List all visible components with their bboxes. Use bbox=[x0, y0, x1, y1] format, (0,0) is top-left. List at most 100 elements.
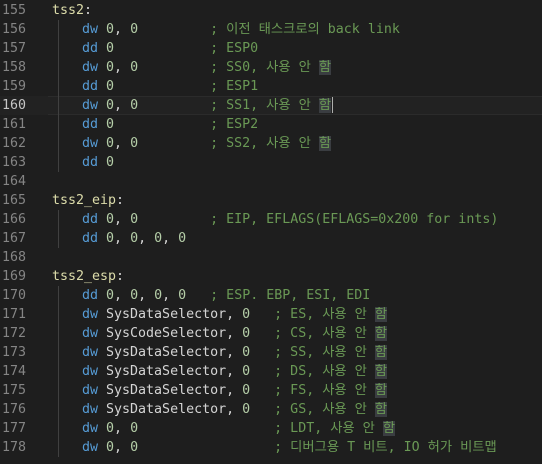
code-token: tss2 bbox=[52, 2, 85, 18]
code-token: ; DS, 사용 안 bbox=[274, 363, 375, 379]
code-line[interactable]: 162 dw 0, 0 ; SS2, 사용 안 함 bbox=[0, 134, 542, 153]
text-cursor bbox=[332, 96, 334, 113]
code-line[interactable]: 159 dd 0 ; ESP1 bbox=[0, 77, 542, 96]
code-line[interactable]: 160 dw 0, 0 ; SS1, 사용 안 함 bbox=[0, 95, 542, 115]
code-line[interactable]: 170 dd 0, 0, 0, 0 ; ESP. EBP, ESI, EDI bbox=[0, 286, 542, 305]
code-token: ; EIP, EFLAGS(EFLAGS=0x200 for ints) bbox=[210, 211, 499, 227]
code-text: dw SysDataSelector, 0 ; FS, 사용 안 함 bbox=[82, 381, 388, 400]
code-token: , bbox=[114, 21, 131, 37]
code-line[interactable]: 158 dw 0, 0 ; SS0, 사용 안 함 bbox=[0, 58, 542, 77]
code-line[interactable]: 174 dw SysDataSelector, 0 ; DS, 사용 안 함 bbox=[0, 362, 542, 381]
code-token: 0 bbox=[242, 382, 251, 398]
code-token: 0 bbox=[106, 135, 115, 151]
line-number: 167 bbox=[1, 230, 26, 246]
line-number: 157 bbox=[1, 40, 26, 56]
code-text: dd 0 bbox=[82, 153, 114, 172]
indent-guide bbox=[58, 285, 59, 457]
code-token: 함 bbox=[374, 363, 388, 379]
code-token: 0 bbox=[106, 40, 115, 56]
code-text: dw SysCodeSelector, 0 ; CS, 사용 안 함 bbox=[82, 324, 388, 343]
code-token: dw bbox=[82, 344, 99, 360]
code-text: dw 0, 0 ; SS0, 사용 안 함 bbox=[82, 58, 332, 77]
code-text: dw SysDataSelector, 0 ; GS, 사용 안 함 bbox=[82, 400, 388, 419]
code-token: 0 bbox=[242, 325, 251, 341]
code-line[interactable]: 157 dd 0 ; ESP0 bbox=[0, 39, 542, 58]
code-line[interactable]: 172 dw SysCodeSelector, 0 ; CS, 사용 안 함 bbox=[0, 324, 542, 343]
code-token: , bbox=[114, 287, 131, 303]
line-number: 159 bbox=[1, 78, 26, 94]
code-token: 0 bbox=[242, 344, 251, 360]
code-line[interactable]: 169 tss2_esp: bbox=[0, 267, 542, 286]
line-number: 173 bbox=[1, 344, 26, 360]
code-token: 0 bbox=[242, 363, 251, 379]
code-line[interactable]: 177 dw 0, 0 ; LDT, 사용 안 함 bbox=[0, 419, 542, 438]
code-token: SysDataSelector, bbox=[98, 401, 243, 417]
code-line[interactable]: 156 dw 0, 0 ; 이전 태스크로의 back link bbox=[0, 20, 542, 39]
code-token: dd bbox=[82, 211, 99, 227]
code-token: 0 bbox=[130, 97, 139, 113]
code-text: dd 0, 0, 0, 0 ; ESP. EBP, ESI, EDI bbox=[82, 286, 370, 305]
code-text: dw 0, 0 ; LDT, 사용 안 함 bbox=[82, 419, 396, 438]
code-token: , bbox=[114, 97, 131, 113]
code-line[interactable]: 173 dw SysDataSelector, 0 ; SS, 사용 안 함 bbox=[0, 343, 542, 362]
code-token: 0 bbox=[106, 78, 115, 94]
code-token: : bbox=[116, 192, 125, 208]
line-number: 163 bbox=[1, 154, 26, 170]
code-text: dd 0, 0 ; EIP, EFLAGS(EFLAGS=0x200 for i… bbox=[82, 210, 498, 229]
code-line[interactable]: 168 bbox=[0, 248, 542, 267]
line-number: 166 bbox=[1, 211, 26, 227]
code-token: SysDataSelector, bbox=[98, 344, 243, 360]
code-text: dd 0, 0, 0, 0 bbox=[82, 229, 186, 248]
code-text: dw 0, 0 ; 이전 태스크로의 back link bbox=[82, 20, 400, 39]
code-text: dw 0, 0 ; 디버그용 T 비트, IO 허가 비트맵 bbox=[82, 438, 497, 457]
code-token: 함 bbox=[382, 420, 396, 436]
code-line[interactable]: 167 dd 0, 0, 0, 0 bbox=[0, 229, 542, 248]
code-line[interactable]: 176 dw SysDataSelector, 0 ; GS, 사용 안 함 bbox=[0, 400, 542, 419]
code-line[interactable]: 166 dd 0, 0 ; EIP, EFLAGS(EFLAGS=0x200 fo… bbox=[0, 210, 542, 229]
code-line[interactable]: 164 bbox=[0, 172, 542, 191]
code-token: tss2_eip bbox=[52, 192, 117, 208]
code-token: dw bbox=[82, 401, 99, 417]
code-token: dd bbox=[82, 154, 99, 170]
code-token: dw bbox=[82, 135, 99, 151]
line-number: 170 bbox=[1, 287, 26, 303]
line-number: 160 bbox=[1, 97, 26, 113]
code-line[interactable]: 161 dd 0 ; ESP2 bbox=[0, 115, 542, 134]
code-line[interactable]: 155 tss2: bbox=[0, 1, 542, 20]
line-number: 177 bbox=[1, 420, 26, 436]
code-line[interactable]: 178 dw 0, 0 ; 디버그용 T 비트, IO 허가 비트맵 bbox=[0, 438, 542, 457]
code-line[interactable]: 171 dw SysDataSelector, 0 ; ES, 사용 안 함 bbox=[0, 305, 542, 324]
code-line[interactable]: 165 tss2_eip: bbox=[0, 191, 542, 210]
code-token: dw bbox=[82, 382, 99, 398]
line-number: 175 bbox=[1, 382, 26, 398]
code-token: 0 bbox=[106, 116, 115, 132]
code-line[interactable]: 163 dd 0 bbox=[0, 153, 542, 172]
code-editor[interactable]: 155 tss2: 156 dw 0, 0 ; 이전 태스크로의 back link 1… bbox=[0, 0, 542, 464]
code-token: SysCodeSelector, bbox=[98, 325, 243, 341]
line-number: 158 bbox=[1, 59, 26, 75]
code-token: 0 bbox=[106, 230, 115, 246]
line-number: 171 bbox=[1, 306, 26, 322]
code-token: dw bbox=[82, 363, 99, 379]
code-token: 0 bbox=[130, 420, 139, 436]
code-token: dw bbox=[82, 439, 99, 455]
code-token: , bbox=[114, 420, 131, 436]
code-token: 0 bbox=[130, 287, 139, 303]
code-token: ; ESP1 bbox=[210, 78, 259, 94]
code-line[interactable]: 175 dw SysDataSelector, 0 ; FS, 사용 안 함 bbox=[0, 381, 542, 400]
code-token: 함 bbox=[318, 59, 332, 75]
code-token: dd bbox=[82, 40, 99, 56]
line-number: 155 bbox=[1, 2, 26, 18]
code-text: tss2_eip: bbox=[52, 191, 124, 210]
code-token: : bbox=[84, 2, 93, 18]
